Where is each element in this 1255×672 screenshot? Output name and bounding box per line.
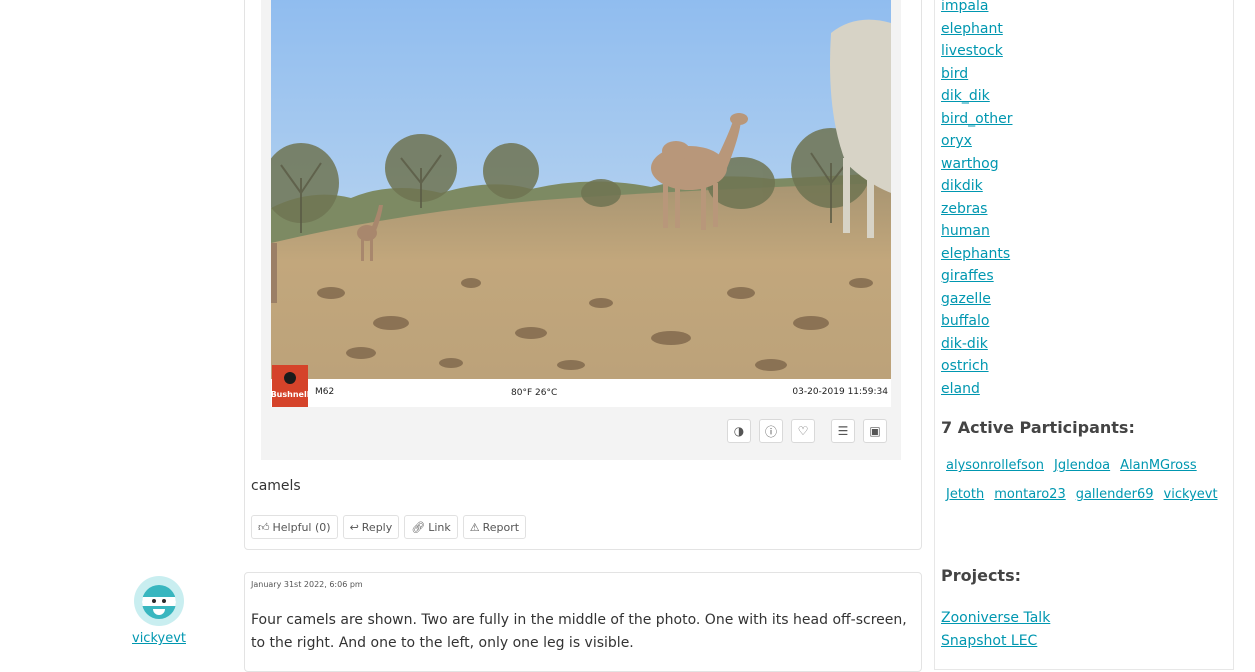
tag-item: elephant: [941, 19, 1012, 42]
tag-item: gazelle: [941, 289, 1012, 312]
tag-link[interactable]: bird: [941, 66, 968, 82]
photo-temperature: 80°F 26°C: [511, 388, 557, 398]
helpful-label: Helpful (0): [272, 520, 331, 534]
tag-link[interactable]: dik-dik: [941, 336, 988, 352]
project-list: Zooniverse Talk Snapshot LEC: [941, 608, 1050, 654]
avatar-face-icon: [142, 585, 176, 619]
comment-body: camels: [251, 478, 301, 494]
comment-card: Bushnell M62 80°F 26°C 03-20-2019 11:59:…: [244, 0, 922, 550]
collection-list-icon[interactable]: ☰: [831, 419, 855, 443]
tag-link[interactable]: dikdik: [941, 178, 983, 194]
tag-item: zebras: [941, 199, 1012, 222]
participant-list: alysonrollefson Jglendoa AlanMGross Jeto…: [946, 456, 1231, 505]
reply-icon: ↩: [349, 520, 359, 534]
tag-link[interactable]: warthog: [941, 156, 999, 172]
subject-image[interactable]: Bushnell M62 80°F 26°C 03-20-2019 11:59:…: [271, 0, 891, 407]
link-label: Link: [428, 520, 451, 534]
tag-link[interactable]: buffalo: [941, 313, 989, 329]
subject-toolbar: ◑ ⓘ ♡ ☰ ▣: [727, 419, 887, 443]
photo-brand: Bushnell: [271, 390, 310, 399]
tag-link[interactable]: elephants: [941, 246, 1010, 262]
participant-link[interactable]: Jglendoa: [1054, 456, 1110, 476]
tag-item: bird: [941, 64, 1012, 87]
subject-frame: Bushnell M62 80°F 26°C 03-20-2019 11:59:…: [261, 0, 901, 460]
participant-link[interactable]: alysonrollefson: [946, 456, 1044, 476]
project-item: Zooniverse Talk: [941, 608, 1050, 631]
author-avatar[interactable]: [134, 576, 184, 626]
project-link[interactable]: Zooniverse Talk: [941, 610, 1050, 626]
tag-item: dik_dik: [941, 86, 1012, 109]
tag-item: elephants: [941, 244, 1012, 267]
tag-item: impala: [941, 0, 1012, 19]
tag-item: dikdik: [941, 176, 1012, 199]
comment-card: January 31st 2022, 6:06 pm Four camels a…: [244, 572, 922, 672]
photo-datetime: 03-20-2019 11:59:34: [792, 387, 888, 397]
image-icon[interactable]: ▣: [863, 419, 887, 443]
tag-link[interactable]: zebras: [941, 201, 987, 217]
tag-item: giraffes: [941, 266, 1012, 289]
reply-button[interactable]: ↩ Reply: [342, 515, 400, 539]
comment-body: Four camels are shown. Two are fully in …: [251, 612, 907, 651]
tag-link[interactable]: bird_other: [941, 111, 1012, 127]
discussion-sidebar: impala elephant livestock bird dik_dik b…: [934, 0, 1234, 670]
invert-colors-icon[interactable]: ◑: [727, 419, 751, 443]
comment-actions: 👍︎ Helpful (0) ↩ Reply 🔗︎ Link ⚠ Report: [251, 515, 527, 539]
tag-link[interactable]: dik_dik: [941, 88, 990, 104]
tag-list: impala elephant livestock bird dik_dik b…: [941, 0, 1012, 401]
tag-item: eland: [941, 379, 1012, 402]
report-button[interactable]: ⚠ Report: [462, 515, 527, 539]
tag-link[interactable]: elephant: [941, 21, 1003, 37]
tag-link[interactable]: impala: [941, 0, 988, 14]
info-icon[interactable]: ⓘ: [759, 419, 783, 443]
tag-item: ostrich: [941, 356, 1012, 379]
project-link[interactable]: Snapshot LEC: [941, 633, 1037, 649]
participant-link[interactable]: montaro23: [994, 485, 1065, 505]
tag-item: warthog: [941, 154, 1012, 177]
link-button[interactable]: 🔗︎ Link: [404, 515, 458, 539]
tag-link[interactable]: human: [941, 223, 990, 239]
tag-link[interactable]: gazelle: [941, 291, 991, 307]
photo-camera-id: M62: [315, 387, 334, 397]
tag-link[interactable]: ostrich: [941, 358, 989, 374]
project-item: Snapshot LEC: [941, 631, 1050, 654]
tag-item: livestock: [941, 41, 1012, 64]
tag-link[interactable]: oryx: [941, 133, 972, 149]
participant-link[interactable]: AlanMGross: [1120, 456, 1197, 476]
warning-icon: ⚠: [469, 520, 480, 534]
projects-heading: Projects:: [941, 566, 1021, 585]
tag-item: oryx: [941, 131, 1012, 154]
tag-link[interactable]: eland: [941, 381, 980, 397]
tag-item: human: [941, 221, 1012, 244]
tag-item: bird_other: [941, 109, 1012, 132]
tag-link[interactable]: giraffes: [941, 268, 994, 284]
tag-link[interactable]: livestock: [941, 43, 1003, 59]
report-label: Report: [482, 520, 520, 534]
comment-timestamp[interactable]: January 31st 2022, 6:06 pm: [251, 580, 363, 589]
thumbs-up-icon: 👍︎: [258, 520, 270, 534]
author-name-link[interactable]: vickyevt: [106, 631, 212, 646]
helpful-button[interactable]: 👍︎ Helpful (0): [251, 515, 338, 539]
participant-link[interactable]: gallender69: [1076, 485, 1154, 505]
tag-item: dik-dik: [941, 334, 1012, 357]
participants-heading: 7 Active Participants:: [941, 418, 1135, 437]
participant-link[interactable]: vickyevt: [1164, 485, 1218, 505]
link-icon: 🔗︎: [411, 520, 426, 534]
reply-label: Reply: [361, 520, 393, 534]
participant-link[interactable]: Jetoth: [946, 485, 984, 505]
tag-item: buffalo: [941, 311, 1012, 334]
heart-icon[interactable]: ♡: [791, 419, 815, 443]
